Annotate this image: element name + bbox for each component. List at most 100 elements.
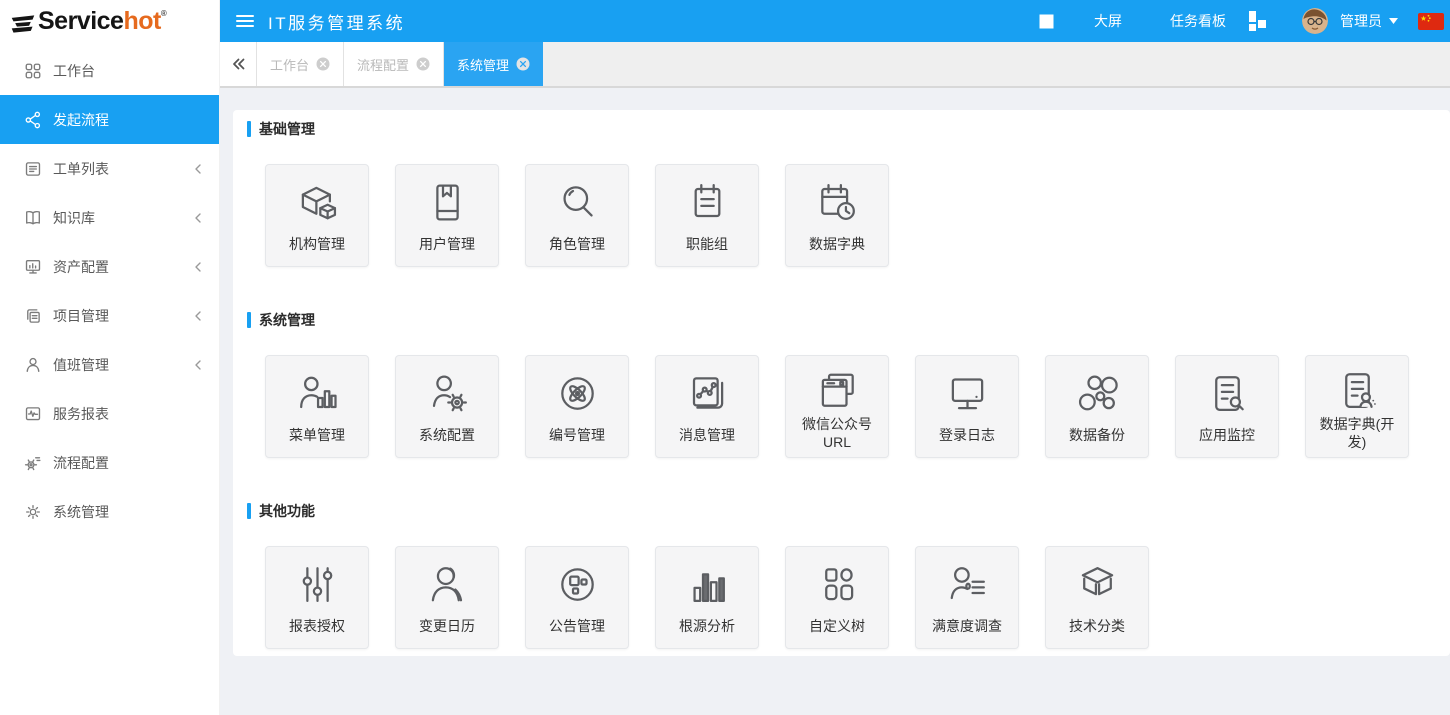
sidebar-item-service-reports[interactable]: 服务报表 [0,389,219,438]
user-menu[interactable]: 管理员 [1340,11,1398,31]
card-row: 机构管理 用户管理 角色管理 职能组 数据字典 [265,164,1450,267]
card-announcement-management[interactable]: 公告管理 [525,546,629,649]
card-label: 数据字典 [809,236,865,253]
section-title: 系统管理 [259,312,315,328]
sidebar-item-asset-config[interactable]: 资产配置 [0,242,219,291]
tab-label: 系统管理 [457,57,510,73]
sidebar-item-duty-management[interactable]: 值班管理 [0,340,219,389]
card-role-management[interactable]: 角色管理 [525,164,629,267]
card-data-dictionary-dev[interactable]: 数据字典(开发) [1305,355,1409,458]
card-label: 角色管理 [549,236,605,253]
sidebar: Servicehot® 工作台 发起流程 工单列表 知识库 资产配置 项目管理 … [0,0,220,715]
card-app-monitor[interactable]: 应用监控 [1175,355,1279,458]
role-magnifier-icon [562,185,593,217]
sidebar-item-knowledge-base[interactable]: 知识库 [0,193,219,242]
chevron-left-icon [195,212,201,223]
header-actions: 大屏 任务看板 管理员 [1039,8,1450,34]
hamburger-menu-icon[interactable] [236,14,254,28]
card-label: 应用监控 [1199,427,1255,444]
sidebar-item-label: 资产配置 [53,258,109,275]
section-accent-bar [247,503,251,519]
bar-chart-icon [692,572,725,602]
card-label: 编号管理 [549,427,605,444]
circle-squares-icon [560,567,594,601]
dashboard-layout-icon[interactable] [1248,10,1268,33]
card-org-management[interactable]: 机构管理 [265,164,369,267]
chevron-left-icon [195,261,201,272]
sidebar-item-label: 知识库 [53,209,95,226]
process-gear-icon [24,456,41,470]
org-cubes-icon [301,186,336,219]
card-label: 数据字典(开发) [1319,416,1395,450]
work-order-icon [25,161,41,176]
card-label: 自定义树 [809,618,865,635]
section-title: 基础管理 [259,121,315,137]
logo-hot: hot [123,7,161,35]
chevron-left-icon [195,359,201,370]
task-board-button[interactable]: 任务看板 [1170,11,1226,31]
sliders-icon [302,566,332,602]
monitor-icon [951,377,983,409]
card-function-group[interactable]: 职能组 [655,164,759,267]
card-satisfaction-survey[interactable]: 满意度调查 [915,546,1019,649]
tab-workbench[interactable]: 工作台 [257,42,345,86]
sidebar-item-label: 项目管理 [53,307,109,324]
tab-close-icon[interactable] [516,57,530,71]
card-row: 菜单管理 系统配置 编号管理 消息管理 微信公众号URL 登录日志 数据备份 应… [265,355,1450,458]
card-data-dictionary[interactable]: 数据字典 [785,164,889,267]
sidebar-item-work-orders[interactable]: 工单列表 [0,144,219,193]
person-list-icon [950,566,985,599]
card-data-backup[interactable]: 数据备份 [1045,355,1149,458]
atom-icon [560,376,594,410]
card-menu-management[interactable]: 菜单管理 [265,355,369,458]
section-header: 系统管理 [247,311,1450,329]
card-wechat-url[interactable]: 微信公众号URL [785,355,889,458]
doc-magnifier-icon [1214,375,1244,411]
section-accent-bar [247,121,251,137]
tab-system-management[interactable]: 系统管理 [444,42,544,86]
card-label: 变更日历 [419,618,475,635]
sidebar-item-workbench[interactable]: 工作台 [0,46,219,95]
double-chevron-left-icon [232,58,244,70]
china-flag-icon[interactable] [1418,12,1444,30]
sidebar-item-project-management[interactable]: 项目管理 [0,291,219,340]
card-custom-tree[interactable]: 自定义树 [785,546,889,649]
brand-logo: Servicehot® [0,0,219,42]
asset-config-icon [25,259,41,274]
sidebar-nav: 工作台 发起流程 工单列表 知识库 资产配置 项目管理 值班管理 服务报表 流程… [0,46,219,536]
card-user-management[interactable]: 用户管理 [395,164,499,267]
system-gear-icon [26,504,40,519]
tab-process-config[interactable]: 流程配置 [344,42,445,86]
top-header: IT服务管理系统 大屏 任务看板 管理员 [220,0,1450,42]
logo-text: Servicehot® [38,7,167,35]
card-number-management[interactable]: 编号管理 [525,355,629,458]
card-label: 满意度调查 [932,618,1002,635]
card-root-cause-analysis[interactable]: 根源分析 [655,546,759,649]
card-message-management[interactable]: 消息管理 [655,355,759,458]
collapse-tabs-button[interactable] [220,42,257,86]
fullscreen-icon[interactable] [1039,14,1054,29]
sidebar-item-start-process[interactable]: 发起流程 [0,95,219,144]
card-label: 消息管理 [679,427,735,444]
card-tech-classification[interactable]: 技术分类 [1045,546,1149,649]
big-screen-button[interactable]: 大屏 [1094,11,1122,31]
person-double-icon [431,566,462,601]
tab-close-icon[interactable] [416,57,430,71]
card-row: 报表授权 变更日历 公告管理 根源分析 自定义树 满意度调查 技术分类 [265,546,1450,649]
tab-close-icon[interactable] [316,57,330,71]
user-avatar[interactable] [1302,8,1328,34]
card-change-calendar[interactable]: 变更日历 [395,546,499,649]
logo-service: Service [38,7,124,35]
user-book-icon [435,184,459,220]
sidebar-item-label: 发起流程 [53,111,109,128]
app-title: IT服务管理系统 [268,13,406,33]
sidebar-item-system-management[interactable]: 系统管理 [0,487,219,536]
card-system-config[interactable]: 系统配置 [395,355,499,458]
sidebar-item-process-config[interactable]: 流程配置 [0,438,219,487]
card-label: 用户管理 [419,236,475,253]
card-label: 报表授权 [289,618,345,635]
grid-icon [25,63,41,78]
card-report-authorization[interactable]: 报表授权 [265,546,369,649]
message-chart-icon [692,376,723,409]
card-login-log[interactable]: 登录日志 [915,355,1019,458]
